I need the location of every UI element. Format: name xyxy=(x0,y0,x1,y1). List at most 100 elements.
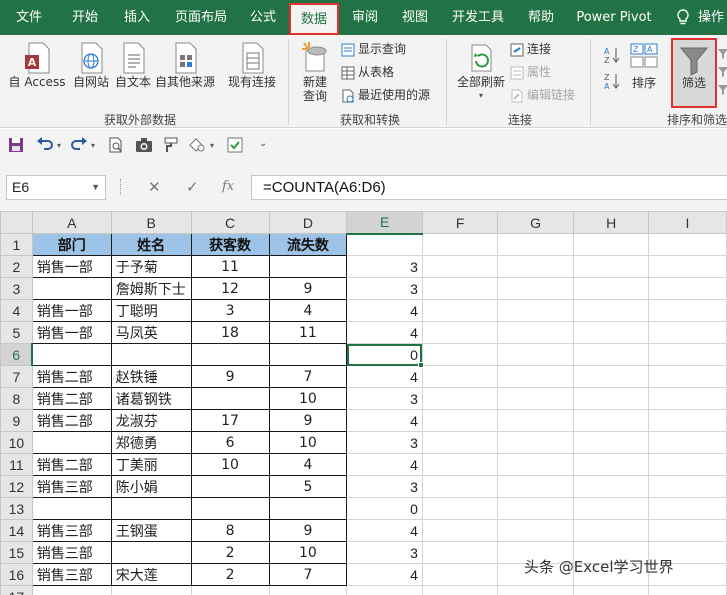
cell-department[interactable] xyxy=(31,431,112,454)
cell-counta-result[interactable]: 4 xyxy=(346,365,423,388)
cell[interactable] xyxy=(497,387,574,410)
row-header[interactable]: 14 xyxy=(0,519,33,542)
cell[interactable] xyxy=(572,255,650,278)
camera-icon[interactable] xyxy=(135,137,153,156)
cell-name[interactable]: 詹姆斯下士 xyxy=(110,277,192,300)
column-header[interactable]: F xyxy=(421,211,499,234)
cell-name[interactable]: 陈小娟 xyxy=(110,475,192,498)
redo-dropdown-icon[interactable]: ▾ xyxy=(91,141,95,150)
cell-customers-lost[interactable]: 10 xyxy=(268,387,348,410)
header-cell-customers-gained[interactable]: 获客数 xyxy=(190,233,270,256)
undo-icon[interactable] xyxy=(36,137,54,156)
undo-dropdown-icon[interactable]: ▾ xyxy=(57,141,61,150)
column-header[interactable]: C xyxy=(190,211,270,234)
from-web-button[interactable]: 自网站 xyxy=(69,41,113,89)
column-header[interactable]: E xyxy=(346,211,423,235)
cell-customers-gained[interactable] xyxy=(190,585,270,595)
cell[interactable] xyxy=(497,299,574,322)
cell[interactable] xyxy=(421,277,499,300)
cell-name[interactable]: 丁聪明 xyxy=(110,299,192,322)
cell[interactable] xyxy=(421,497,499,520)
cell[interactable] xyxy=(346,233,423,256)
cell[interactable] xyxy=(648,409,727,432)
cell[interactable] xyxy=(497,277,574,300)
redo-icon[interactable] xyxy=(70,137,88,156)
column-header[interactable]: B xyxy=(110,211,192,234)
tab-review[interactable]: 审阅 xyxy=(342,0,388,35)
cell[interactable] xyxy=(648,387,727,410)
cell-name[interactable] xyxy=(110,343,192,366)
cell-customers-gained[interactable]: 3 xyxy=(190,299,270,322)
cell-customers-gained[interactable] xyxy=(190,387,270,410)
header-cell-name[interactable]: 姓名 xyxy=(110,233,192,256)
row-header[interactable]: 17 xyxy=(0,585,33,595)
cell-customers-lost[interactable]: 9 xyxy=(268,519,348,542)
cell[interactable] xyxy=(497,475,574,498)
header-cell-department[interactable]: 部门 xyxy=(31,233,112,256)
new-query-button[interactable]: 新建 查询 xyxy=(296,41,334,103)
column-header[interactable]: H xyxy=(572,211,650,234)
cell-counta-result[interactable]: 4 xyxy=(346,321,423,344)
cell-name[interactable]: 龙淑芬 xyxy=(110,409,192,432)
cell[interactable] xyxy=(421,563,499,586)
cell-customers-gained[interactable] xyxy=(190,343,270,366)
cell[interactable] xyxy=(497,233,574,256)
cell[interactable] xyxy=(497,409,574,432)
cell[interactable] xyxy=(421,255,499,278)
row-header[interactable]: 13 xyxy=(0,497,33,520)
row-header[interactable]: 7 xyxy=(0,365,33,388)
cell-counta-result[interactable]: 4 xyxy=(346,519,423,542)
cell-department[interactable]: 销售三部 xyxy=(31,541,112,564)
cell-customers-lost[interactable]: 7 xyxy=(268,365,348,388)
cell-name[interactable]: 马凤英 xyxy=(110,321,192,344)
cell[interactable] xyxy=(648,321,727,344)
cell-customers-lost[interactable]: 11 xyxy=(268,321,348,344)
column-header[interactable]: D xyxy=(268,211,348,234)
cell-customers-lost[interactable]: 9 xyxy=(268,409,348,432)
cell[interactable] xyxy=(421,585,499,595)
cell-name[interactable] xyxy=(110,497,192,520)
cell-customers-lost[interactable]: 4 xyxy=(268,453,348,476)
sort-ascending-button[interactable]: A Z xyxy=(602,45,622,65)
cell[interactable] xyxy=(572,497,650,520)
format-painter-icon[interactable] xyxy=(162,137,178,156)
row-header[interactable]: 10 xyxy=(0,431,33,454)
cell[interactable] xyxy=(648,585,727,595)
row-header[interactable]: 15 xyxy=(0,541,33,564)
save-icon[interactable] xyxy=(8,137,24,156)
cell-customers-gained[interactable] xyxy=(190,475,270,498)
tab-view[interactable]: 视图 xyxy=(392,0,438,35)
print-preview-icon[interactable] xyxy=(108,137,124,156)
cell-counta-result[interactable]: 3 xyxy=(346,277,423,300)
cell[interactable] xyxy=(648,299,727,322)
cell[interactable] xyxy=(572,431,650,454)
cell-department[interactable]: 销售二部 xyxy=(31,365,112,388)
cell[interactable] xyxy=(572,409,650,432)
column-header[interactable]: G xyxy=(497,211,574,234)
column-header[interactable]: A xyxy=(31,211,112,234)
shapes-icon[interactable] xyxy=(188,137,206,156)
from-table-button[interactable]: 从表格 xyxy=(341,63,394,81)
show-queries-button[interactable]: 显示查询 xyxy=(341,40,406,58)
cell[interactable] xyxy=(572,365,650,388)
row-header[interactable]: 1 xyxy=(0,233,33,256)
cell-customers-gained[interactable]: 2 xyxy=(190,563,270,586)
cell[interactable] xyxy=(421,365,499,388)
cancel-icon[interactable]: ✕ xyxy=(148,178,161,196)
row-header[interactable]: 4 xyxy=(0,299,33,322)
cell-customers-gained[interactable]: 11 xyxy=(190,255,270,278)
row-header[interactable]: 11 xyxy=(0,453,33,476)
cell-customers-gained[interactable]: 9 xyxy=(190,365,270,388)
tab-help[interactable]: 帮助 xyxy=(518,0,564,35)
cell[interactable] xyxy=(648,453,727,476)
tab-formulas[interactable]: 公式 xyxy=(240,0,286,35)
cell-name[interactable]: 于予菊 xyxy=(110,255,192,278)
row-header[interactable]: 12 xyxy=(0,475,33,498)
row-header[interactable]: 3 xyxy=(0,277,33,300)
cell[interactable] xyxy=(497,585,574,595)
cell[interactable] xyxy=(421,475,499,498)
cell[interactable] xyxy=(572,453,650,476)
tab-file[interactable]: 文件 xyxy=(4,0,54,35)
edit-links-button[interactable]: 编辑链接 xyxy=(510,86,575,104)
tab-tell-me[interactable]: 操作 xyxy=(698,0,727,35)
